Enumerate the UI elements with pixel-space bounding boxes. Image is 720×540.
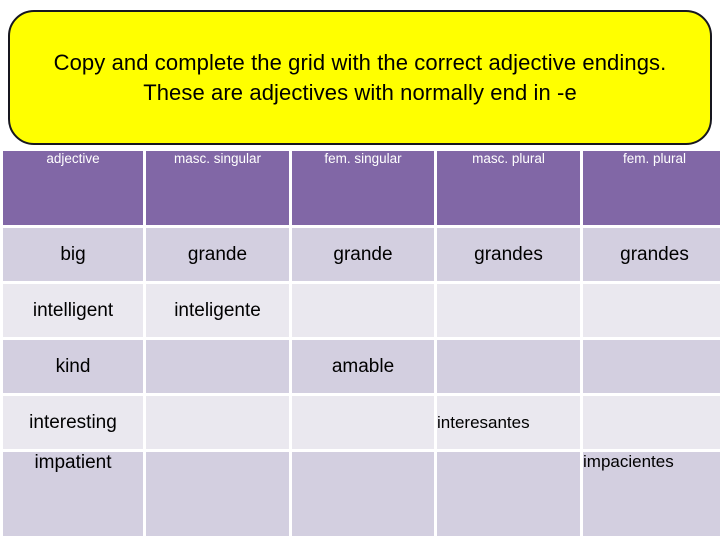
column-header-fem-plural: fem. plural — [583, 151, 720, 225]
cell-masc-singular[interactable] — [146, 340, 289, 393]
cell-fem-singular[interactable]: grande — [292, 228, 434, 281]
cell-fem-plural[interactable] — [583, 396, 720, 449]
table-row: intelligent inteligente — [3, 284, 720, 337]
cell-masc-plural[interactable] — [437, 284, 580, 337]
table-row: interesting interesantes — [3, 396, 720, 449]
instruction-banner: Copy and complete the grid with the corr… — [8, 10, 712, 145]
cell-fem-singular[interactable] — [292, 396, 434, 449]
table-row: big grande grande grandes grandes — [3, 228, 720, 281]
cell-fem-plural[interactable] — [583, 340, 720, 393]
cell-masc-plural[interactable]: grandes — [437, 228, 580, 281]
column-header-masc-plural: masc. plural — [437, 151, 580, 225]
cell-masc-plural[interactable] — [437, 452, 580, 536]
cell-adjective[interactable]: big — [3, 228, 143, 281]
cell-fem-singular[interactable] — [292, 284, 434, 337]
cell-fem-plural[interactable]: impacientes — [583, 452, 720, 536]
cell-adjective[interactable]: interesting — [3, 396, 143, 449]
cell-fem-singular[interactable] — [292, 452, 434, 536]
grid-body: big grande grande grandes grandes intell… — [3, 228, 720, 536]
cell-masc-plural[interactable]: interesantes — [437, 396, 580, 449]
adjective-grid: adjective masc. singular fem. singular m… — [0, 148, 720, 539]
cell-adjective[interactable]: impatient — [3, 452, 143, 536]
column-header-adjective: adjective — [3, 151, 143, 225]
cell-fem-singular[interactable]: amable — [292, 340, 434, 393]
cell-masc-singular[interactable]: inteligente — [146, 284, 289, 337]
cell-masc-singular[interactable]: grande — [146, 228, 289, 281]
table-row: kind amable — [3, 340, 720, 393]
cell-masc-singular[interactable] — [146, 452, 289, 536]
cell-masc-singular[interactable] — [146, 396, 289, 449]
instruction-text: Copy and complete the grid with the corr… — [53, 50, 667, 105]
cell-masc-plural[interactable] — [437, 340, 580, 393]
grid-header: adjective masc. singular fem. singular m… — [3, 151, 720, 225]
slide-canvas: Copy and complete the grid with the corr… — [0, 0, 720, 540]
column-header-fem-singular: fem. singular — [292, 151, 434, 225]
cell-fem-plural[interactable]: grandes — [583, 228, 720, 281]
cell-adjective[interactable]: intelligent — [3, 284, 143, 337]
header-row: adjective masc. singular fem. singular m… — [3, 151, 720, 225]
table-row: impatient impacientes — [3, 452, 720, 536]
cell-fem-plural[interactable] — [583, 284, 720, 337]
cell-adjective[interactable]: kind — [3, 340, 143, 393]
column-header-masc-singular: masc. singular — [146, 151, 289, 225]
